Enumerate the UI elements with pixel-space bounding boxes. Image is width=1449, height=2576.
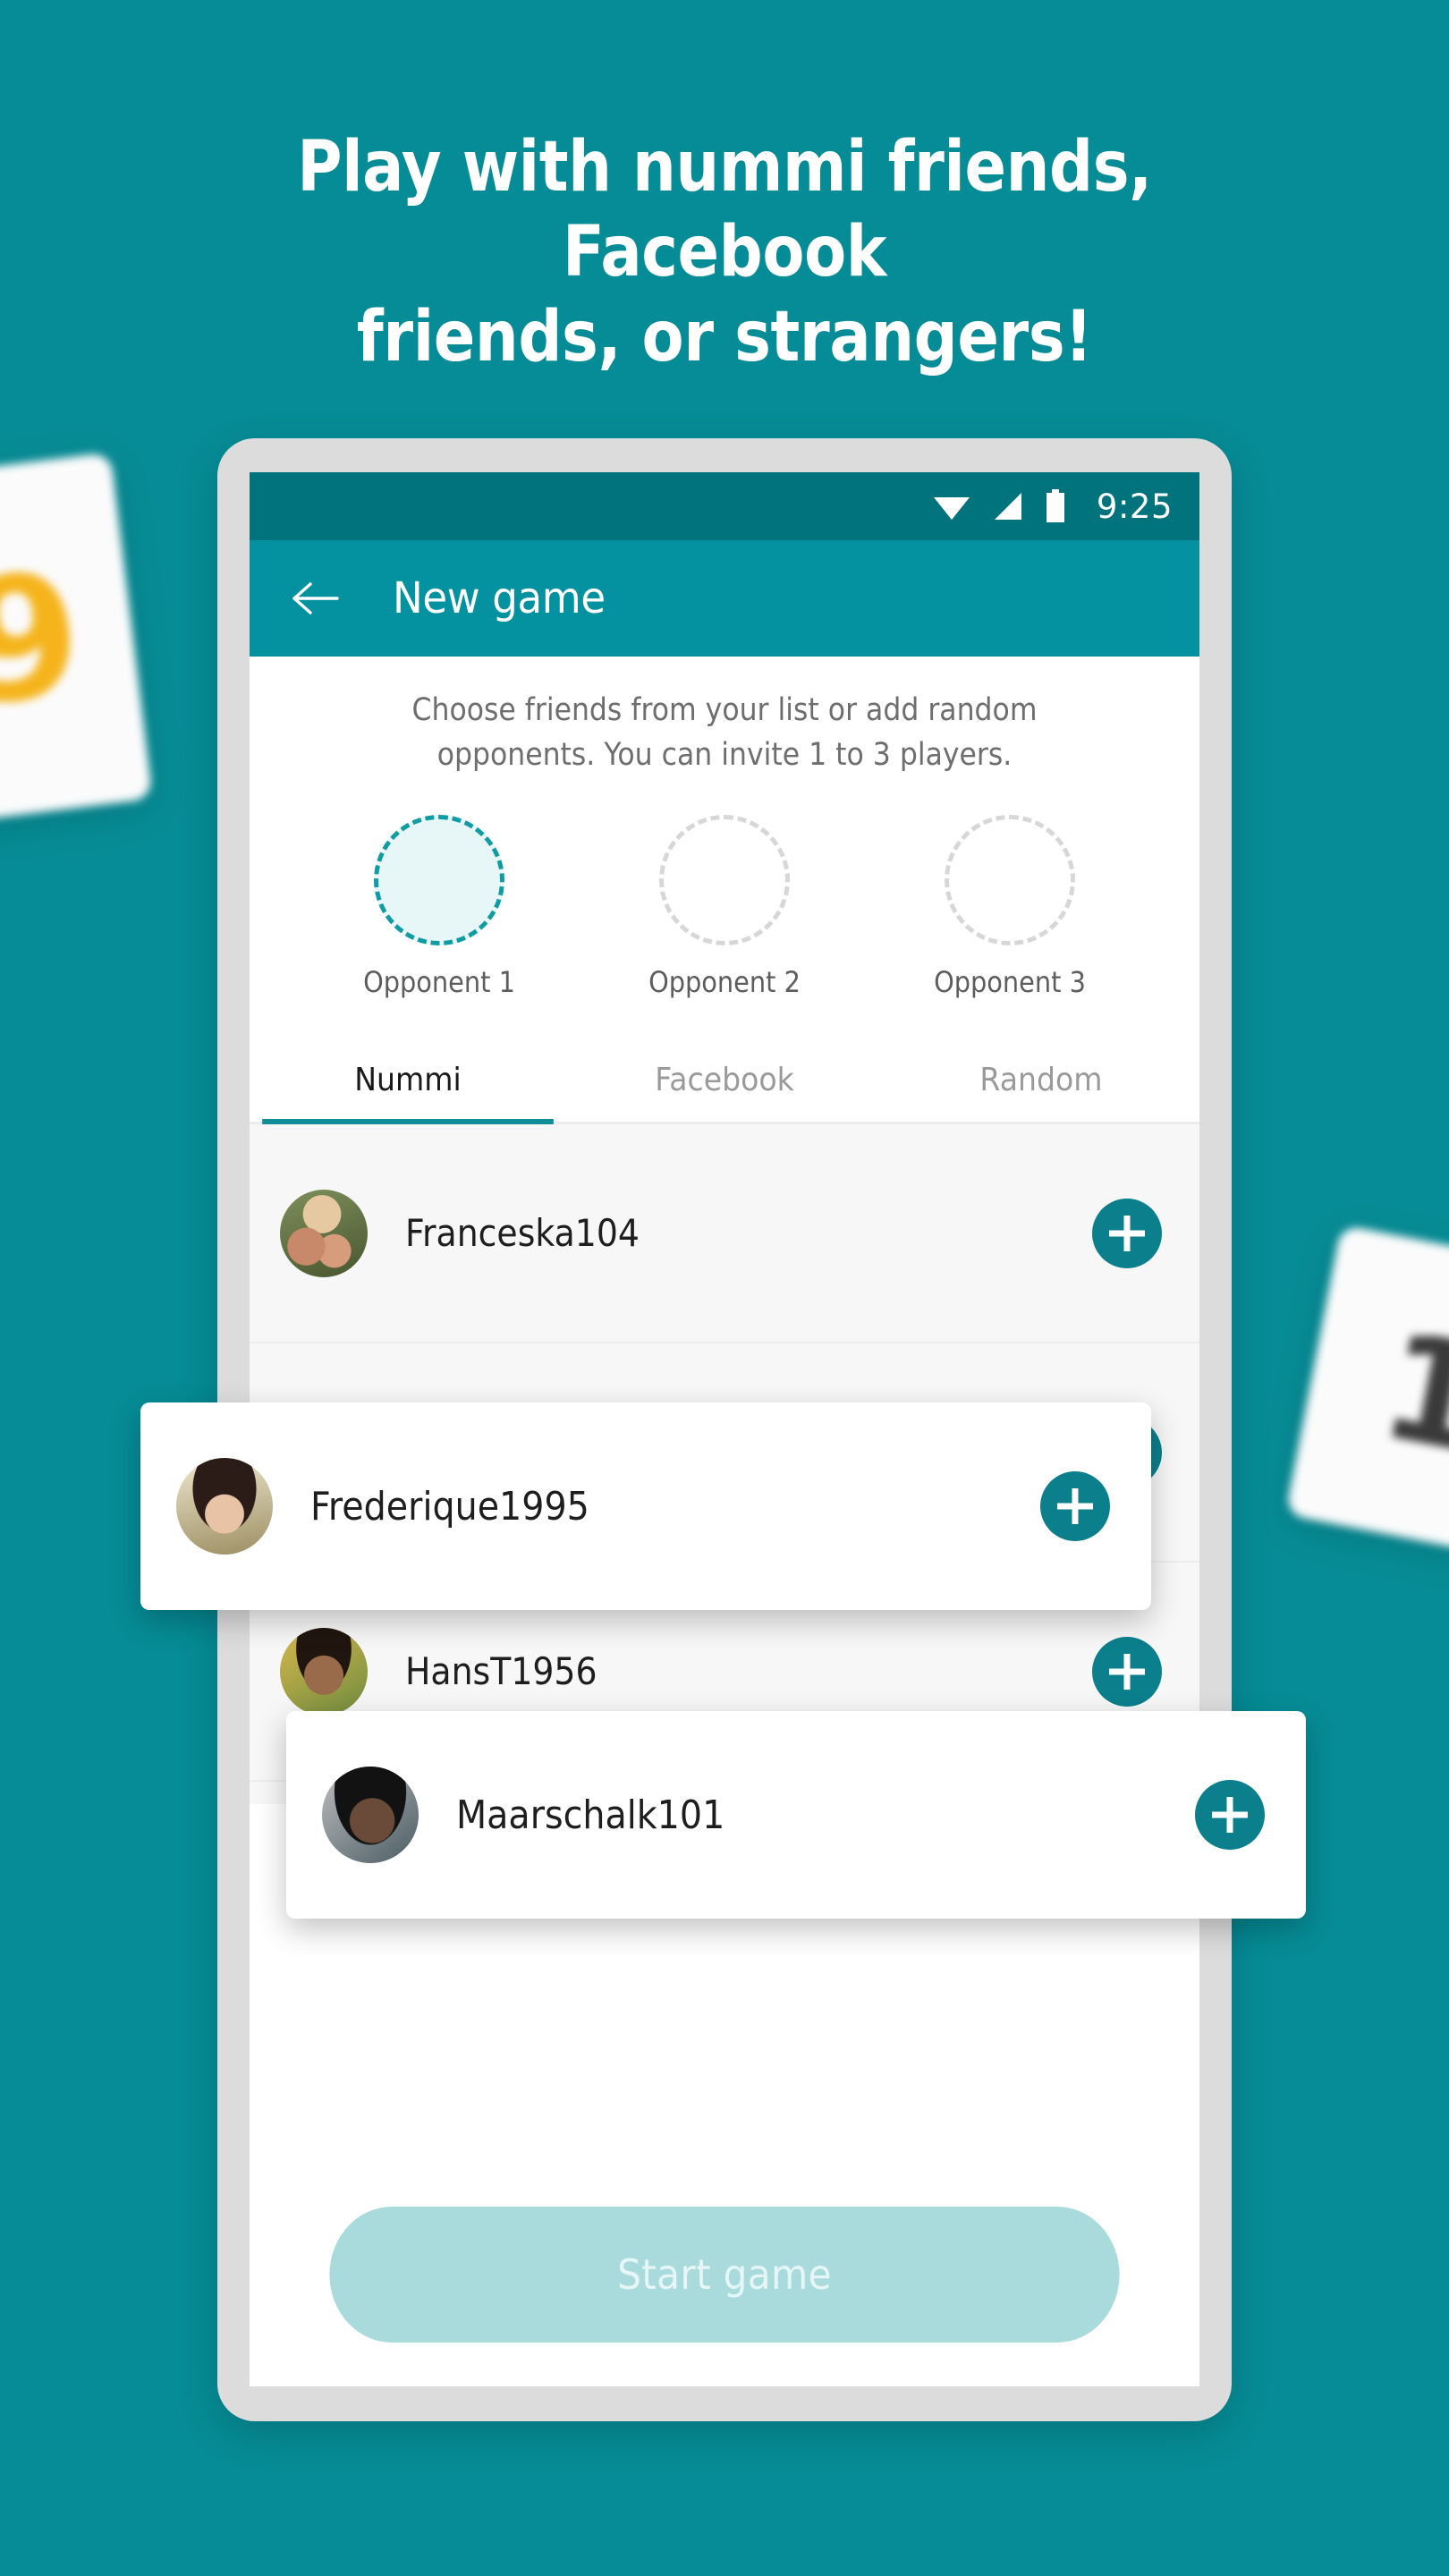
add-friend-button[interactable] <box>1195 1780 1265 1850</box>
elevated-friend-card-frederique[interactable]: Frederique1995 <box>140 1402 1151 1610</box>
opponent-slots: Opponent 1 Opponent 2 Opponent 3 <box>250 777 1199 999</box>
headline-line-2: friends, or strangers! <box>356 297 1093 378</box>
opponent-placeholder-circle-1[interactable] <box>373 815 504 946</box>
opponent-placeholder-circle-3[interactable] <box>945 815 1076 946</box>
friend-name: Franceska104 <box>405 1211 640 1256</box>
elevated-friend-card-maarschalk[interactable]: Maarschalk101 <box>286 1711 1306 1919</box>
back-arrow-icon[interactable] <box>292 581 339 615</box>
friend-name: HansT1956 <box>405 1649 597 1694</box>
tab-facebook[interactable]: Facebook <box>579 1042 870 1122</box>
start-game-button[interactable]: Start game <box>329 2207 1120 2343</box>
table-row[interactable]: Franceska104 <box>250 1124 1199 1344</box>
page-title: New game <box>393 573 606 623</box>
decorative-number-9: 9 <box>0 533 93 745</box>
source-tabs: Nummi Facebook Random <box>250 1042 1199 1125</box>
add-friend-button[interactable] <box>1040 1471 1110 1541</box>
decorative-card-right: 1 <box>1284 1224 1449 1557</box>
opponent-label-2: Opponent 2 <box>648 965 801 1000</box>
add-friend-button[interactable] <box>1092 1636 1162 1707</box>
add-friend-button[interactable] <box>1092 1198 1162 1268</box>
wifi-icon <box>933 497 970 520</box>
instructions-text: Choose friends from your list or add ran… <box>411 692 1038 773</box>
avatar <box>176 1458 273 1555</box>
opponent-label-3: Opponent 3 <box>934 965 1087 1000</box>
bottom-action-bar: Start game <box>250 2163 1199 2386</box>
status-bar-clock: 9:25 <box>1096 487 1173 526</box>
headline-line-1: Play with nummi friends, Facebook <box>297 127 1152 293</box>
battery-icon <box>1046 489 1064 522</box>
tab-nummi[interactable]: Nummi <box>262 1042 554 1125</box>
avatar <box>322 1767 419 1863</box>
avatar <box>280 1627 368 1716</box>
opponent-slot-2[interactable]: Opponent 2 <box>622 815 827 999</box>
opponent-label-1: Opponent 1 <box>362 965 515 1000</box>
android-status-bar: 9:25 <box>250 472 1199 540</box>
avatar <box>280 1189 368 1277</box>
cellular-signal-icon <box>994 493 1021 520</box>
opponent-placeholder-circle-2[interactable] <box>658 815 790 946</box>
opponent-slot-1[interactable]: Opponent 1 <box>336 815 542 999</box>
friend-name: Frederique1995 <box>310 1483 589 1530</box>
marketing-headline: Play with nummi friends, Facebook friend… <box>157 125 1291 380</box>
decorative-card-left: 9 <box>0 452 153 827</box>
friend-name: Maarschalk101 <box>456 1792 725 1838</box>
tab-random[interactable]: Random <box>895 1042 1187 1122</box>
app-bar: New game <box>250 540 1199 657</box>
decorative-number-1: 1 <box>1368 1299 1449 1487</box>
opponent-slot-3[interactable]: Opponent 3 <box>907 815 1113 999</box>
